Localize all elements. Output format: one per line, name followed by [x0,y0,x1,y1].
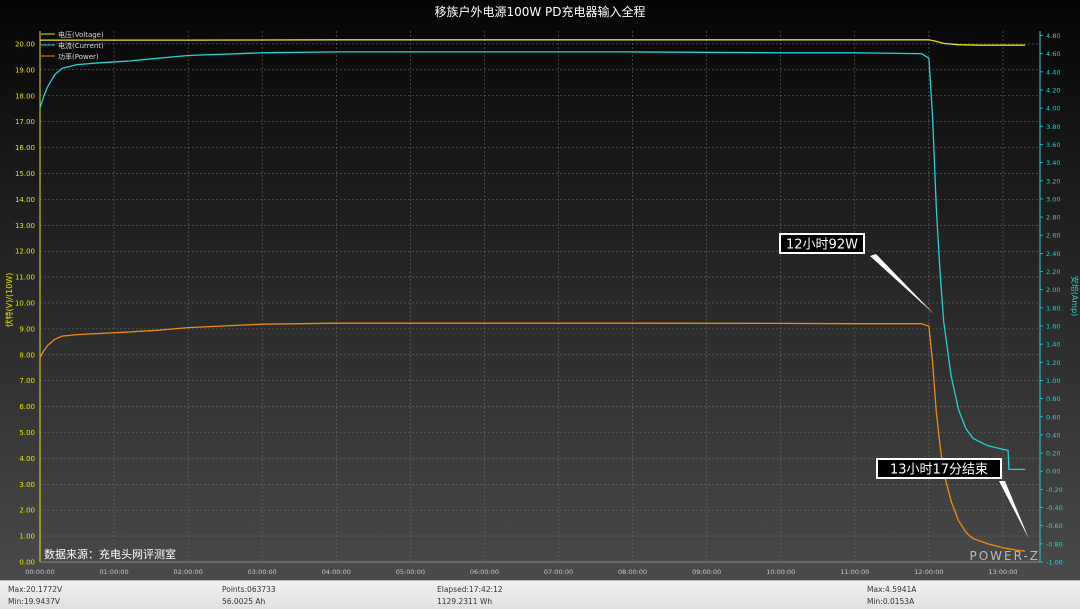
stat-elapsed: Elapsed:17:42:12 [437,585,503,594]
y-left-tick-label: 13.00 [15,222,35,230]
stat-max-voltage: Max:20.1772V [8,585,63,594]
y-left-tick-label: 0.00 [19,559,35,567]
y-right-tick-label: 0.60 [1046,413,1060,421]
y-right-tick-label: 1.00 [1046,377,1060,385]
x-tick-label: 11:00:00 [840,568,869,576]
y-right-tick-label: -0.60 [1046,522,1063,530]
x-tick-label: 05:00:00 [396,568,425,576]
y-left-tick-label: 20.00 [15,40,35,48]
y-left-tick-label: 6.00 [19,403,35,411]
y-right-tick-label: 4.20 [1046,87,1060,95]
y-right-tick-label: 1.20 [1046,359,1060,367]
stat-min-current: Min:0.0153A [867,597,915,606]
y-right-tick-label: 3.20 [1046,177,1060,185]
y-left-tick-label: 12.00 [15,248,35,256]
y-right-tick-label: 3.60 [1046,141,1060,149]
chart-background [0,0,1080,580]
y-right-tick-label: -0.80 [1046,540,1063,548]
y-right-tick-label: 3.40 [1046,159,1060,167]
y-left-tick-label: 16.00 [15,144,35,152]
x-tick-label: 03:00:00 [248,568,277,576]
annotation-label-12h: 12小时92W [786,238,858,253]
y-right-tick-label: 2.40 [1046,250,1060,258]
legend-item-power: 功率(Power) [58,52,99,61]
y-left-tick-label: 11.00 [15,274,35,282]
y-right-tick-label: 0.40 [1046,431,1060,439]
y-right-tick-label: 4.60 [1046,50,1060,58]
stat-watt-hours: 1129.2311 Wh [437,597,493,606]
y-right-tick-label: 2.00 [1046,286,1060,294]
stat-points: Points:063733 [222,585,276,594]
y-left-tick-label: 3.00 [19,481,35,489]
y-left-tick-label: 10.00 [15,299,35,307]
y-right-tick-label: -0.20 [1046,486,1063,494]
y-left-tick-label: 8.00 [19,351,35,359]
stat-amp-hours: 56.0025 Ah [222,597,266,606]
y-right-tick-label: 0.20 [1046,450,1060,458]
y-axis-right-label: 安培(Amp) [1070,276,1080,317]
x-tick-label: 01:00:00 [99,568,128,576]
y-right-tick-label: 1.60 [1046,323,1060,331]
source-label: 数据来源：充电头网评测室 [44,547,176,561]
y-left-tick-label: 1.00 [19,533,35,541]
y-right-tick-label: 2.80 [1046,214,1060,222]
x-tick-label: 08:00:00 [618,568,647,576]
annotation-label-end: 13小时17分结束 [890,463,988,478]
y-right-tick-label: 3.80 [1046,123,1060,131]
legend-item-current: 电流(Current) [58,41,104,50]
legend-item-voltage: 电压(Voltage) [58,30,104,39]
y-right-tick-label: 0.80 [1046,395,1060,403]
y-left-tick-label: 4.00 [19,455,35,463]
x-tick-label: 10:00:00 [766,568,795,576]
y-left-tick-label: 18.00 [15,92,35,100]
stat-max-current: Max:4.5941A [867,585,917,594]
y-right-tick-label: 3.00 [1046,195,1060,203]
y-right-tick-label: 0.00 [1046,468,1060,476]
y-left-tick-label: 9.00 [19,325,35,333]
y-left-tick-label: 5.00 [19,429,35,437]
chart-window: 移族户外电源100W PD充电器输入全程 00:00:00 01:00:00 02:… [0,0,1080,609]
y-left-tick-label: 19.00 [15,66,35,74]
y-axis-left-label: 伏特(V)/(10W) [4,273,14,328]
x-tick-label: 13:00:00 [988,568,1017,576]
x-tick-label: 04:00:00 [322,568,351,576]
y-right-tick-label: 2.20 [1046,268,1060,276]
x-tick-label: 02:00:00 [174,568,203,576]
y-right-tick-label: 4.80 [1046,32,1060,40]
y-right-tick-label: 1.80 [1046,304,1060,312]
y-right-tick-label: 4.40 [1046,68,1060,76]
y-left-tick-label: 14.00 [15,196,35,204]
y-right-tick-label: -1.00 [1046,559,1063,567]
y-left-tick-label: 15.00 [15,170,35,178]
x-tick-label: 06:00:00 [470,568,499,576]
y-right-tick-label: 4.00 [1046,105,1060,113]
y-left-tick-label: 17.00 [15,118,35,126]
status-bar: Max:20.1772V Min:19.9437V Points:063733 … [0,580,1080,609]
y-right-tick-label: 1.40 [1046,341,1060,349]
chart-svg: 移族户外电源100W PD充电器输入全程 00:00:00 01:00:00 02:… [0,0,1080,580]
x-tick-label: 00:00:00 [25,568,54,576]
x-tick-label: 07:00:00 [544,568,573,576]
stat-min-voltage: Min:19.9437V [8,597,60,606]
y-right-tick-label: -0.40 [1046,504,1063,512]
power-z-logo: POWER-Z [969,549,1040,563]
x-tick-label: 12:00:00 [914,568,943,576]
y-left-tick-label: 7.00 [19,377,35,385]
chart-title: 移族户外电源100W PD充电器输入全程 [434,4,645,19]
x-tick-label: 09:00:00 [692,568,721,576]
y-right-tick-label: 2.60 [1046,232,1060,240]
y-left-tick-label: 2.00 [19,507,35,515]
